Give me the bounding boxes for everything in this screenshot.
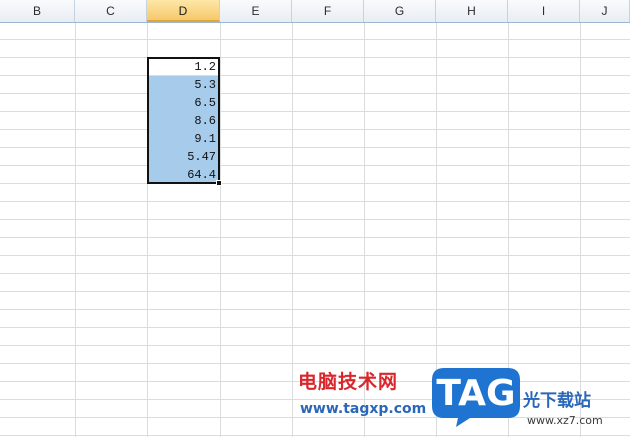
grid-row-line: [0, 255, 630, 256]
column-header-G[interactable]: G: [364, 0, 436, 22]
grid-row-line: [0, 183, 630, 184]
watermark-chinese-text: 电脑技术网: [298, 371, 399, 393]
grid-column-line: [580, 23, 581, 437]
cell-D-value[interactable]: 5.47: [147, 148, 220, 166]
cell-D-value[interactable]: 8.6: [147, 112, 220, 130]
grid-row-line: [0, 201, 630, 202]
grid-column-line: [75, 23, 76, 437]
cell-D-value[interactable]: 5.3: [147, 76, 220, 94]
grid-row-line: [0, 435, 630, 436]
grid-row-line: [0, 345, 630, 346]
spreadsheet: B C D E F G H I J 1.2 5.3 6.5 8.6 9.1 5.…: [0, 0, 630, 437]
cell-D-value[interactable]: 9.1: [147, 130, 220, 148]
grid-column-line: [220, 23, 221, 437]
grid-row-line: [0, 273, 630, 274]
grid-row-line: [0, 363, 630, 364]
grid-row-line: [0, 327, 630, 328]
column-header-D[interactable]: D: [147, 0, 220, 22]
column-header-B[interactable]: B: [0, 0, 75, 22]
column-header-bar: B C D E F G H I J: [0, 0, 630, 23]
grid-row-line: [0, 165, 630, 166]
grid-row-line: [0, 291, 630, 292]
cell-D-value[interactable]: 6.5: [147, 94, 220, 112]
watermark-url: www.tagxp.com: [300, 401, 427, 417]
column-header-I[interactable]: I: [508, 0, 580, 22]
watermark-site-name: 光下载站: [523, 391, 591, 411]
grid-row-line: [0, 93, 630, 94]
fill-handle[interactable]: [216, 180, 222, 186]
cell-D-value[interactable]: 64.4: [147, 166, 220, 184]
watermark-site-url: www.xz7.com: [527, 414, 603, 427]
grid-row-line: [0, 57, 630, 58]
grid-row-line: [0, 147, 630, 148]
column-header-H[interactable]: H: [436, 0, 508, 22]
column-header-J[interactable]: J: [580, 0, 630, 22]
column-header-F[interactable]: F: [292, 0, 364, 22]
grid-row-line: [0, 309, 630, 310]
grid-row-line: [0, 111, 630, 112]
grid-row-line: [0, 39, 630, 40]
watermark-logo-text: TAG: [436, 373, 516, 414]
column-header-C[interactable]: C: [75, 0, 147, 22]
grid-row-line: [0, 237, 630, 238]
column-header-E[interactable]: E: [220, 0, 292, 22]
grid-row-line: [0, 129, 630, 130]
grid-row-line: [0, 219, 630, 220]
cell-D-value[interactable]: 1.2: [147, 58, 220, 76]
grid-row-line: [0, 75, 630, 76]
grid-column-line: [292, 23, 293, 437]
